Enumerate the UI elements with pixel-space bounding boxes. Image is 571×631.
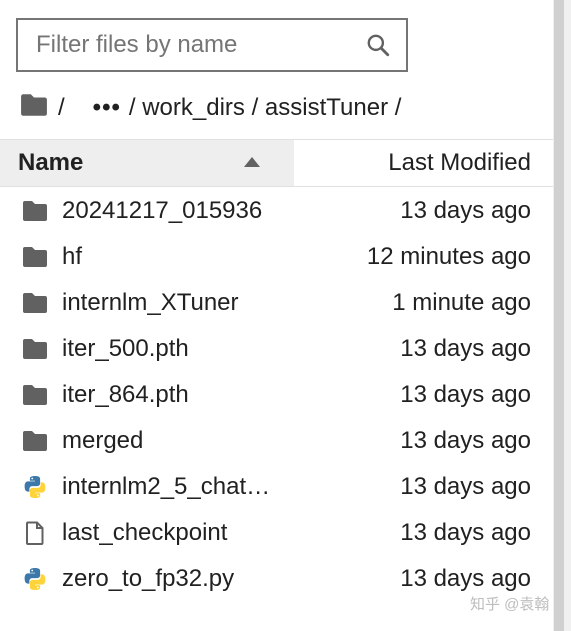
last-modified-column-label: Last Modified	[388, 149, 531, 176]
breadcrumb-home[interactable]	[20, 93, 48, 124]
folder-icon	[21, 93, 47, 116]
file-modified: 13 days ago	[400, 519, 531, 546]
file-modified: 13 days ago	[400, 565, 531, 592]
file-modified: 13 days ago	[400, 381, 531, 408]
search-icon[interactable]	[356, 23, 400, 67]
file-row[interactable]: 20241217_015936 13 days ago	[0, 188, 553, 234]
python-icon	[24, 568, 46, 590]
folder-icon	[23, 247, 47, 267]
file-list-header: Name Last Modified	[0, 139, 553, 187]
folder-icon	[23, 431, 47, 451]
file-row[interactable]: iter_500.pth 13 days ago	[0, 326, 553, 372]
file-name[interactable]: iter_864.pth	[62, 381, 189, 409]
file-name[interactable]: iter_500.pth	[62, 335, 189, 363]
breadcrumb-path[interactable]: / work_dirs / assistTuner /	[129, 94, 402, 122]
file-name[interactable]: 20241217_015936	[62, 197, 262, 225]
file-name[interactable]: last_checkpoint	[62, 519, 227, 547]
file-modified: 13 days ago	[400, 473, 531, 500]
file-name[interactable]: internlm_XTuner	[62, 289, 239, 317]
folder-icon	[23, 293, 47, 313]
folder-icon	[23, 385, 47, 405]
name-column-label: Name	[18, 149, 84, 176]
file-modified: 13 days ago	[400, 197, 531, 224]
last-modified-column-header[interactable]: Last Modified	[388, 140, 531, 186]
folder-icon	[23, 201, 47, 221]
file-modified: 1 minute ago	[392, 289, 531, 316]
scrollbar-thumb[interactable]	[554, 0, 564, 631]
breadcrumb-ellipsis[interactable]: •••	[93, 94, 121, 122]
name-column-header[interactable]: Name	[0, 140, 294, 186]
file-row[interactable]: last_checkpoint 13 days ago	[0, 510, 553, 556]
search-input[interactable]	[18, 20, 356, 70]
file-name[interactable]: merged	[62, 427, 143, 455]
file-row[interactable]: hf 12 minutes ago	[0, 234, 553, 280]
python-icon	[24, 476, 46, 498]
file-name[interactable]: zero_to_fp32.py	[62, 565, 234, 593]
file-name[interactable]: hf	[62, 243, 82, 271]
sort-ascending-icon	[244, 157, 260, 167]
watermark: 知乎 @袁翰	[470, 596, 550, 613]
file-row[interactable]: internlm2_5_chat… 13 days ago	[0, 464, 553, 510]
breadcrumb: / ••• / work_dirs / assistTuner /	[20, 88, 401, 128]
file-list: 20241217_015936 13 days ago hf 12 minute…	[0, 188, 553, 602]
search-box[interactable]	[16, 18, 408, 72]
file-name[interactable]: internlm2_5_chat…	[62, 473, 270, 501]
file-row[interactable]: iter_864.pth 13 days ago	[0, 372, 553, 418]
file-row[interactable]: merged 13 days ago	[0, 418, 553, 464]
file-modified: 13 days ago	[400, 335, 531, 362]
file-icon	[26, 521, 44, 545]
file-modified: 12 minutes ago	[366, 243, 531, 270]
folder-icon	[23, 339, 47, 359]
file-modified: 13 days ago	[400, 427, 531, 454]
file-row[interactable]: internlm_XTuner 1 minute ago	[0, 280, 553, 326]
breadcrumb-separator: /	[58, 94, 65, 121]
